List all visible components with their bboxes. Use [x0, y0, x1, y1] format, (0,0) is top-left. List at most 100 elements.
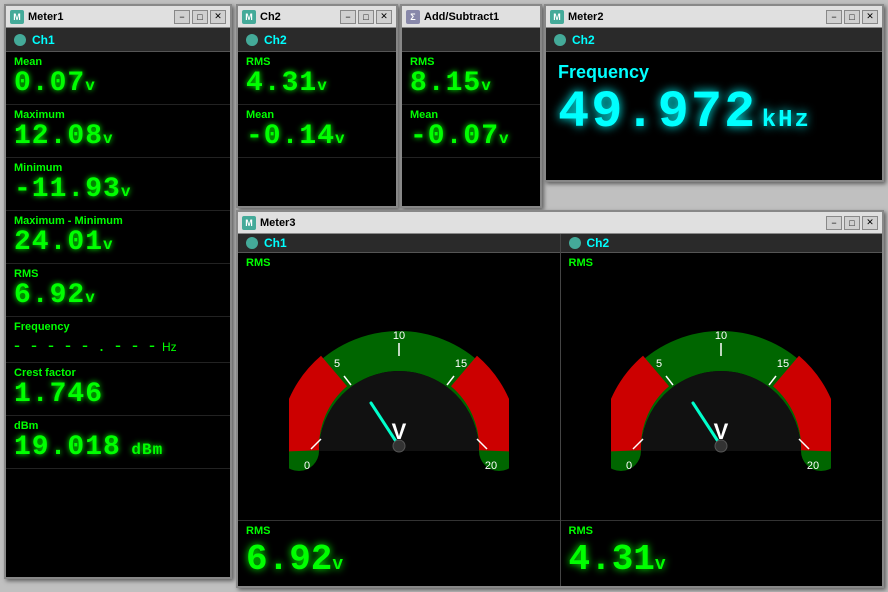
meter3-ch1-rms-bottom-label: RMS: [246, 525, 552, 537]
meter2-channel-dot: [554, 34, 566, 46]
svg-text:20: 20: [807, 460, 819, 471]
crest-label: Crest factor: [14, 367, 222, 379]
addsubtract-channel-header: [402, 28, 540, 52]
meter2-channel-label: Ch2: [572, 33, 595, 47]
meter3-body: Ch1 RMS: [238, 234, 882, 586]
minimum-value: -11.93v: [14, 176, 222, 204]
addsubtract-title: Add/Subtract1: [424, 11, 499, 23]
meter3-ch2-rms-label: RMS: [569, 257, 875, 269]
meter1-title: Meter1: [28, 11, 63, 23]
meter1-minimize[interactable]: −: [174, 10, 190, 24]
frequency-value-group: - - - - - . - - - Hz: [14, 335, 222, 356]
meter2-window: M Meter2 − □ ✕ Ch2 Frequency 49.972 kHz: [544, 4, 884, 182]
meter3-ch2-gauge: 0 5 10 15 20 V: [611, 321, 831, 471]
rms-block: RMS 6.92v: [6, 264, 230, 317]
meter3-ch1-header: Ch1: [238, 234, 560, 253]
frequency-label: Frequency: [14, 321, 222, 333]
meter2-titlebar: M Meter2 − □ ✕: [546, 6, 882, 28]
meter3-ch1-rms-bottom: RMS 6.92v: [238, 520, 560, 586]
meter3-minimize[interactable]: −: [826, 216, 842, 230]
meter3-ch2-panel: Ch2 RMS: [561, 234, 883, 586]
ch2-top-titlebar: M Ch2 − □ ✕: [238, 6, 396, 28]
ch2-mean-label: Mean: [246, 109, 388, 121]
meter2-controls: − □ ✕: [826, 10, 878, 24]
meter3-ch1-rms-label-container: RMS: [238, 253, 560, 273]
meter3-ch2-rms-bottom: RMS 4.31v: [561, 520, 883, 586]
ch2-close[interactable]: ✕: [376, 10, 392, 24]
ch2-rms-value: 4.31v: [246, 70, 388, 98]
ch2-top-icon: M: [242, 10, 256, 24]
frequency-block: Frequency - - - - - . - - - Hz: [6, 317, 230, 363]
addsubtract-mean-block: Mean -0.07v: [402, 105, 540, 158]
frequency-unit: Hz: [162, 340, 177, 354]
ch2-top-dot: [246, 34, 258, 46]
frequency-display: Frequency 49.972 kHz: [546, 52, 882, 149]
ch2-minimize[interactable]: −: [340, 10, 356, 24]
svg-text:15: 15: [777, 358, 789, 370]
addsubtract-rms-label: RMS: [410, 56, 532, 68]
addsubtract-title-group: Σ Add/Subtract1: [406, 10, 499, 24]
meter3-ch2-gauge-container: 0 5 10 15 20 V: [561, 273, 883, 520]
ch2-rms-block: RMS 4.31v: [238, 52, 396, 105]
maximum-block: Maximum 12.08v: [6, 105, 230, 158]
meter2-icon: M: [550, 10, 564, 24]
meter3-ch1-gauge-container: 0 5 10 15 20 V: [238, 273, 560, 520]
meter1-icon: M: [10, 10, 24, 24]
addsubtract-rms-value: 8.15v: [410, 70, 532, 98]
meter3-ch2-dot: [569, 237, 581, 249]
meter1-channel-dot: [14, 34, 26, 46]
minimum-block: Minimum -11.93v: [6, 158, 230, 211]
meter3-maximize[interactable]: □: [844, 216, 860, 230]
meter1-window: M Meter1 − □ ✕ Ch1 Mean 0.07v Maximum 12…: [4, 4, 232, 579]
dbm-block: dBm 19.018 dBm: [6, 416, 230, 469]
addsubtract-rms-block: RMS 8.15v: [402, 52, 540, 105]
meter1-channel-header: Ch1: [6, 28, 230, 52]
addsubtract-mean-value: -0.07v: [410, 123, 532, 151]
freq-label: Frequency: [558, 62, 870, 83]
svg-text:V: V: [714, 419, 729, 444]
ch2-mean-block: Mean -0.14v: [238, 105, 396, 158]
svg-text:0: 0: [304, 460, 310, 471]
meter3-controls: − □ ✕: [826, 216, 878, 230]
meter1-close[interactable]: ✕: [210, 10, 226, 24]
dbm-value: 19.018 dBm: [14, 434, 222, 462]
ch2-top-controls: − □ ✕: [340, 10, 392, 24]
rms-label: RMS: [14, 268, 222, 280]
ch2-maximize[interactable]: □: [358, 10, 374, 24]
svg-text:10: 10: [715, 330, 727, 342]
ch2-top-channel-label: Ch2: [264, 33, 287, 47]
ch2-rms-label: RMS: [246, 56, 388, 68]
freq-value: 49.972: [558, 83, 757, 142]
meter1-controls: − □ ✕: [174, 10, 226, 24]
svg-text:5: 5: [334, 358, 340, 370]
meter3-title-group: M Meter3: [242, 216, 295, 230]
frequency-dashes: - - - - - . - - -: [14, 335, 158, 356]
meter2-close[interactable]: ✕: [862, 10, 878, 24]
ch2-top-channel-title: Ch2: [260, 11, 281, 23]
crest-value: 1.746: [14, 381, 222, 409]
ch2-top-channel-header: Ch2: [238, 28, 396, 52]
meter2-maximize[interactable]: □: [844, 10, 860, 24]
meter3-ch2-rms-label-container: RMS: [561, 253, 883, 273]
meter3-ch1-gauge: 0 5 10 15 20 V: [289, 321, 509, 471]
svg-text:15: 15: [455, 358, 467, 370]
svg-text:0: 0: [626, 460, 632, 471]
meter3-ch1-panel: Ch1 RMS: [238, 234, 561, 586]
crest-block: Crest factor 1.746: [6, 363, 230, 416]
meter3-window: M Meter3 − □ ✕ Ch1 RMS: [236, 210, 884, 588]
meter1-maximize[interactable]: □: [192, 10, 208, 24]
meter1-title-group: M Meter1: [10, 10, 63, 24]
meter3-close[interactable]: ✕: [862, 216, 878, 230]
meter3-title: Meter3: [260, 217, 295, 229]
addsubtract-mean-label: Mean: [410, 109, 532, 121]
ch2-top-title-group: M Ch2: [242, 10, 281, 24]
maxmin-label: Maximum - Minimum: [14, 215, 222, 227]
ch2-mean-value: -0.14v: [246, 123, 388, 151]
addsubtract-titlebar: Σ Add/Subtract1: [402, 6, 540, 28]
mean-value: 0.07v: [14, 70, 222, 98]
meter3-titlebar: M Meter3 − □ ✕: [238, 212, 882, 234]
meter2-channel-header: Ch2: [546, 28, 882, 52]
meter2-minimize[interactable]: −: [826, 10, 842, 24]
rms-value: 6.92v: [14, 282, 222, 310]
meter3-ch2-label: Ch2: [587, 236, 610, 250]
